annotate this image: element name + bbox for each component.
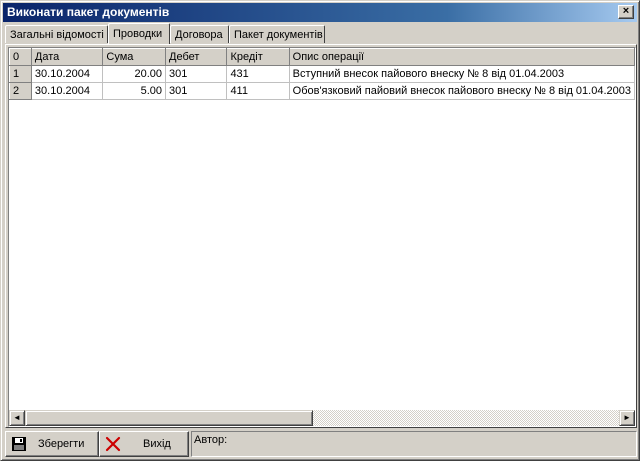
cell-date[interactable]: 30.10.2004 — [31, 82, 104, 100]
cell-date[interactable]: 30.10.2004 — [31, 65, 104, 83]
entries-grid[interactable]: 0 Дата Сума Дебет Кредіт Опис операції 1… — [8, 47, 636, 427]
corner-cell: 0 — [9, 48, 32, 66]
column-header-debit[interactable]: Дебет — [165, 48, 228, 66]
horizontal-scrollbar[interactable]: ◄ ► — [9, 410, 635, 426]
save-label: Зберегти — [38, 438, 85, 450]
tab-label: Пакет документів — [234, 29, 323, 41]
column-header-credit[interactable]: Кредіт — [226, 48, 290, 66]
cell-description[interactable]: Обов'язковий пайовий внесок пайового вне… — [289, 82, 635, 100]
table-row[interactable]: 2 30.10.2004 5.00 301 411 Обов'язковий п… — [9, 82, 635, 100]
dialog-window: Виконати пакет документів × Загальні від… — [0, 0, 640, 461]
cell-credit[interactable]: 411 — [226, 82, 290, 100]
scroll-thumb[interactable] — [25, 410, 313, 426]
entries-panel: 0 Дата Сума Дебет Кредіт Опис операції 1… — [5, 44, 637, 428]
window-title: Виконати пакет документів — [7, 5, 170, 19]
cell-description[interactable]: Вступний внесок пайового внеску № 8 від … — [289, 65, 635, 83]
tab-general-info[interactable]: Загальні відомості — [5, 25, 108, 43]
exit-label: Вихід — [143, 438, 171, 450]
entries-table: 0 Дата Сума Дебет Кредіт Опис операції 1… — [9, 48, 635, 100]
cell-debit[interactable]: 301 — [165, 65, 228, 83]
scroll-right-button[interactable]: ► — [619, 410, 635, 426]
tab-label: Загальні відомості — [10, 29, 104, 41]
row-number[interactable]: 1 — [9, 65, 32, 83]
column-header-sum[interactable]: Сума — [102, 48, 167, 66]
tab-entries[interactable]: Проводки — [108, 23, 170, 44]
save-button[interactable]: Зберегти — [5, 431, 99, 457]
column-header-date[interactable]: Дата — [30, 48, 104, 66]
author-status-panel: Автор: — [191, 431, 637, 457]
tab-document-package[interactable]: Пакет документів — [229, 25, 325, 43]
arrow-left-icon: ◄ — [13, 413, 21, 422]
header-row: 0 Дата Сума Дебет Кредіт Опис операції — [9, 48, 635, 66]
close-button[interactable]: × — [618, 5, 634, 19]
arrow-right-icon: ► — [623, 413, 631, 422]
tab-contracts[interactable]: Договора — [170, 25, 229, 43]
cell-sum[interactable]: 20.00 — [102, 65, 167, 83]
tab-label: Проводки — [113, 28, 163, 40]
floppy-disk-icon — [12, 437, 26, 451]
close-icon: × — [622, 5, 630, 17]
title-bar[interactable]: Виконати пакет документів × — [3, 3, 637, 22]
cell-sum[interactable]: 5.00 — [102, 82, 167, 100]
bottom-toolbar: Зберегти Вихід Автор: — [5, 431, 637, 458]
scroll-left-button[interactable]: ◄ — [9, 410, 25, 426]
table-row[interactable]: 1 30.10.2004 20.00 301 431 Вступний внес… — [9, 65, 635, 83]
tab-strip: Загальні відомості Проводки Договора Пак… — [5, 23, 637, 45]
cell-debit[interactable]: 301 — [165, 82, 228, 100]
tab-label: Договора — [175, 29, 223, 41]
cell-credit[interactable]: 431 — [226, 65, 290, 83]
exit-button[interactable]: Вихід — [99, 431, 189, 457]
red-x-icon — [105, 436, 121, 452]
author-label: Автор: — [194, 434, 228, 446]
column-header-description[interactable]: Опис операції — [288, 48, 635, 66]
row-number[interactable]: 2 — [9, 82, 32, 100]
